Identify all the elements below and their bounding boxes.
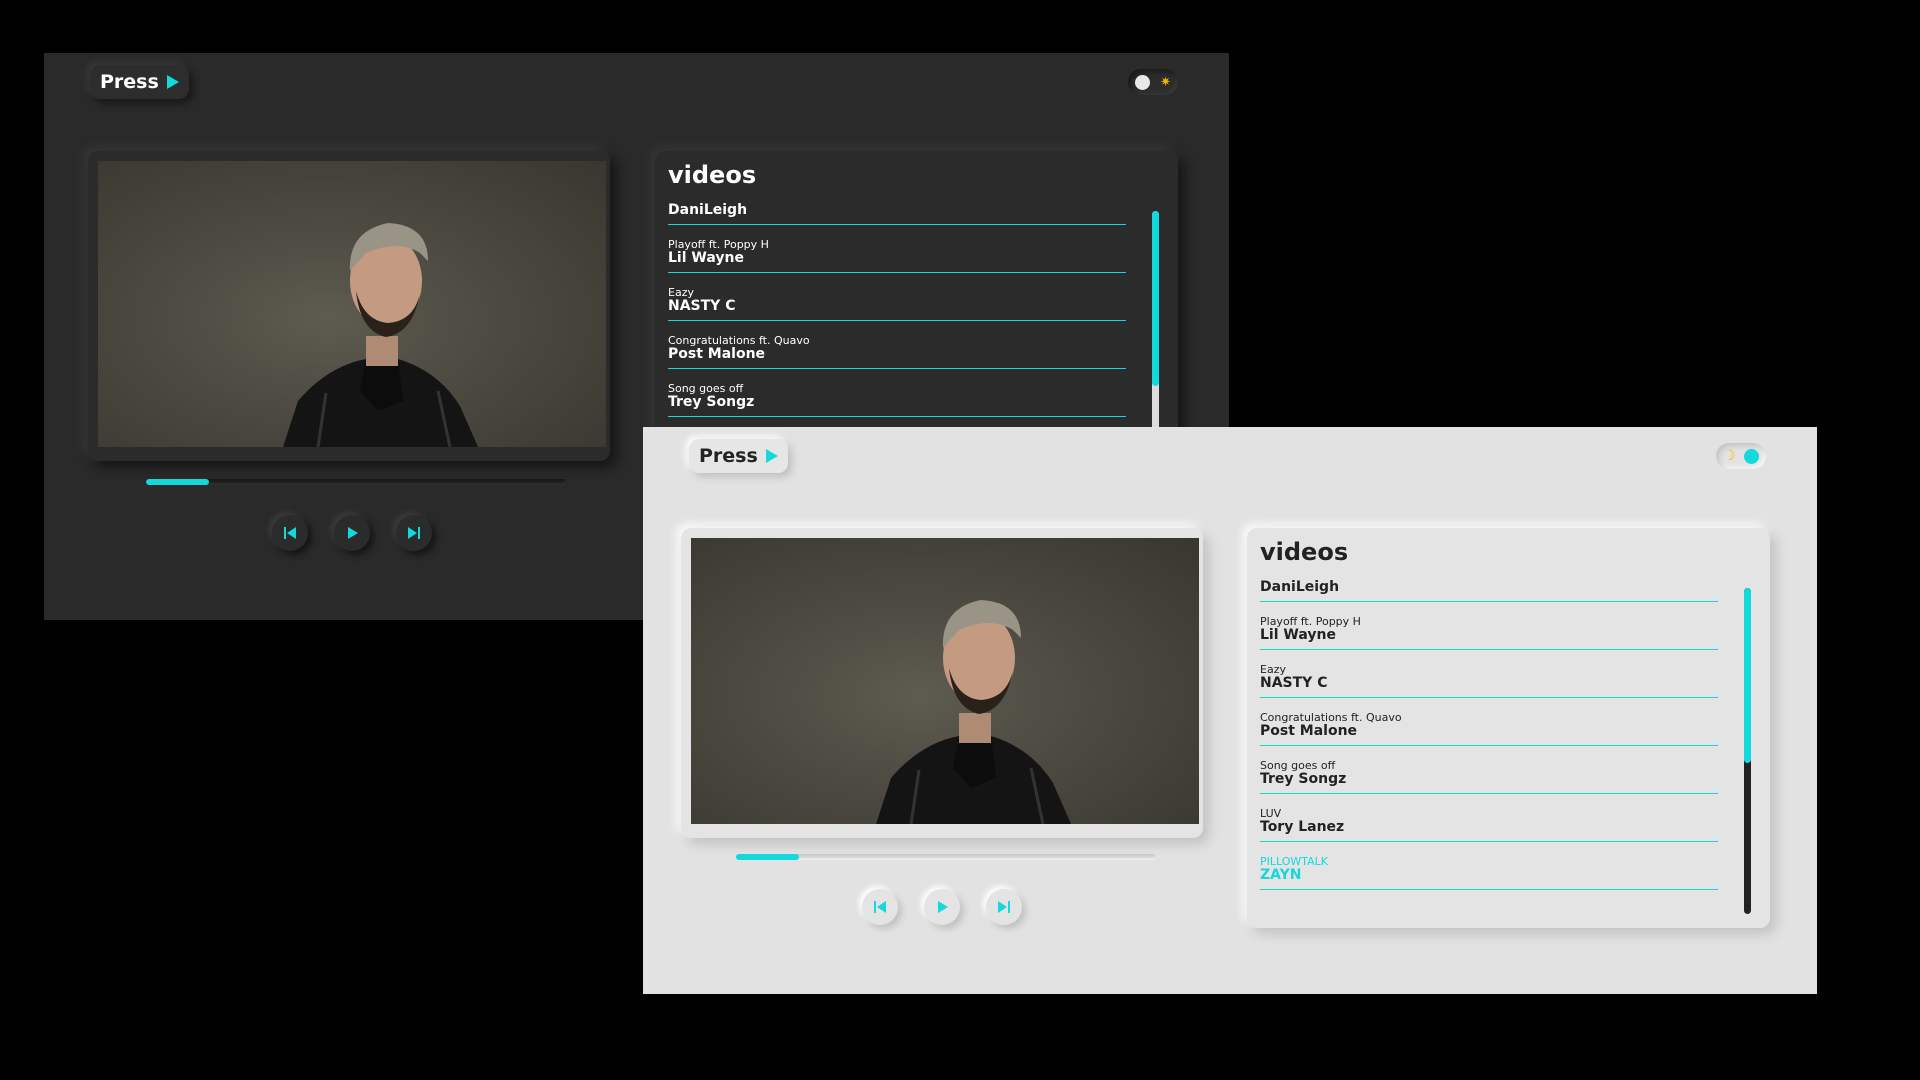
sun-icon: ✷ (1160, 74, 1171, 90)
video-player (88, 151, 610, 461)
video-player (681, 528, 1203, 838)
progress-bar[interactable] (146, 479, 566, 485)
next-button[interactable] (396, 515, 432, 551)
artist-name: Lil Wayne (668, 250, 744, 266)
logo-text: Press (699, 445, 758, 467)
artist-name: Tory Lanez (1260, 819, 1345, 835)
artist-name: NASTY C (668, 298, 736, 314)
playlist-item[interactable]: Congratulations ft. Quavo Post Malone (668, 321, 1126, 369)
artist-name: DaniLeigh (668, 202, 748, 218)
song-title: Eazy (668, 286, 694, 299)
artist-name: Lil Wayne (1260, 627, 1336, 643)
skip-next-icon (408, 527, 420, 539)
artist-name: NASTY C (1260, 675, 1328, 691)
play-button[interactable] (924, 889, 960, 925)
song-title: Eazy (1260, 663, 1286, 676)
playlist-item[interactable]: Eazy NASTY C (668, 273, 1126, 321)
artist-name: Trey Songz (1260, 771, 1347, 787)
playlist-item[interactable]: DaniLeigh (1260, 579, 1718, 602)
playlist-title: videos (668, 161, 757, 189)
playlist: DaniLeigh Playoff ft. Poppy H Lil Wayne Eaz… (668, 202, 1126, 417)
progress-bar[interactable] (736, 854, 1156, 860)
playlist-item[interactable]: DaniLeigh (668, 202, 1126, 225)
app-logo[interactable]: Press (90, 65, 189, 99)
previous-button[interactable] (272, 515, 308, 551)
playlist-item[interactable]: Playoff ft. Poppy H Lil Wayne (1260, 602, 1718, 650)
video-frame[interactable] (691, 538, 1199, 824)
video-frame[interactable] (98, 161, 606, 447)
playlist: DaniLeigh Playoff ft. Poppy H Lil Wayne Eaz… (1260, 579, 1718, 890)
theme-toggle[interactable]: ✷ (1128, 69, 1178, 95)
moon-icon: ☽ (1723, 448, 1736, 464)
playlist-item[interactable]: PILLOWTALK ZAYN (1260, 842, 1718, 890)
playlist-item[interactable]: LUV Tory Lanez (1260, 794, 1718, 842)
skip-next-icon (998, 901, 1010, 913)
toggle-knob (1135, 74, 1150, 90)
light-theme-window: Press ☽ videos DaniLeigh Playoff ft. Pop… (643, 427, 1817, 994)
video-thumbnail-person (876, 600, 1071, 824)
skip-previous-icon (284, 527, 296, 539)
playlist-item[interactable]: Congratulations ft. Quavo Post Malone (1260, 698, 1718, 746)
song-title: PILLOWTALK (1260, 855, 1329, 868)
play-icon (348, 527, 358, 539)
skip-previous-icon (874, 901, 886, 913)
scrollbar-thumb[interactable] (1744, 588, 1751, 763)
playlist-item[interactable]: Song goes off Trey Songz (668, 369, 1126, 417)
play-icon (938, 901, 948, 913)
playlist-item[interactable]: Song goes off Trey Songz (1260, 746, 1718, 794)
logo-text: Press (100, 71, 159, 93)
playlist-item[interactable]: Playoff ft. Poppy H Lil Wayne (668, 225, 1126, 273)
playlist-panel: videos DaniLeigh Playoff ft. Poppy H Lil W… (1247, 528, 1770, 928)
play-button[interactable] (334, 515, 370, 551)
logo-play-icon (765, 449, 778, 463)
artist-name: ZAYN (1260, 867, 1302, 883)
next-button[interactable] (986, 889, 1022, 925)
scrollbar[interactable] (1744, 588, 1751, 914)
video-thumbnail-person (283, 223, 478, 447)
scrollbar-thumb[interactable] (1152, 211, 1159, 386)
previous-button[interactable] (862, 889, 898, 925)
theme-toggle[interactable]: ☽ (1716, 443, 1766, 469)
artist-name: Trey Songz (668, 394, 755, 410)
artist-name: DaniLeigh (1260, 579, 1340, 595)
app-logo[interactable]: Press (689, 439, 788, 473)
artist-name: Post Malone (668, 346, 766, 362)
playlist-title: videos (1260, 538, 1349, 566)
progress-fill (146, 479, 209, 485)
toggle-knob (1744, 448, 1759, 464)
logo-play-icon (166, 75, 179, 89)
playlist-item[interactable]: Eazy NASTY C (1260, 650, 1718, 698)
progress-fill (736, 854, 799, 860)
artist-name: Post Malone (1260, 723, 1358, 739)
